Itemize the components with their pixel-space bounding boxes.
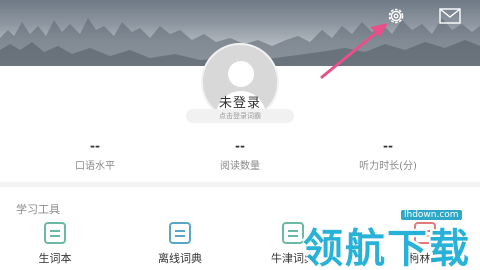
settings-button[interactable] [386,6,406,26]
stat-value: -- [235,139,245,153]
login-prompt[interactable]: 点击登录词霸 [186,109,294,123]
stat-speaking-level[interactable]: -- 口语水平 [25,140,165,172]
tool-label: 生词本 [38,252,72,265]
tool-label: 离线词典 [158,252,202,265]
stat-label: 口语水平 [75,161,115,172]
notebook-icon [44,222,66,244]
mail-icon [439,8,461,24]
watermark-logo: 领航下载 [303,226,471,270]
tool-vocabulary-book[interactable]: 生词本 [15,222,95,266]
stat-label: 听力时长(分) [359,161,417,172]
oxford-dictionary-icon [282,222,304,244]
stat-reading-count[interactable]: -- 阅读数量 [170,140,310,172]
learning-tools-title: 学习工具 [16,203,60,216]
stat-listening-time[interactable]: -- 听力时长(分) [318,140,458,172]
offline-dictionary-icon [169,222,191,244]
section-divider [0,182,480,187]
stat-value: -- [90,139,100,153]
stat-value: -- [383,139,393,153]
gear-icon [388,8,404,24]
messages-button[interactable] [438,6,462,26]
stat-label: 阅读数量 [220,161,260,172]
avatar-head [228,61,254,87]
tool-offline-dictionary[interactable]: 离线词典 [140,222,220,266]
